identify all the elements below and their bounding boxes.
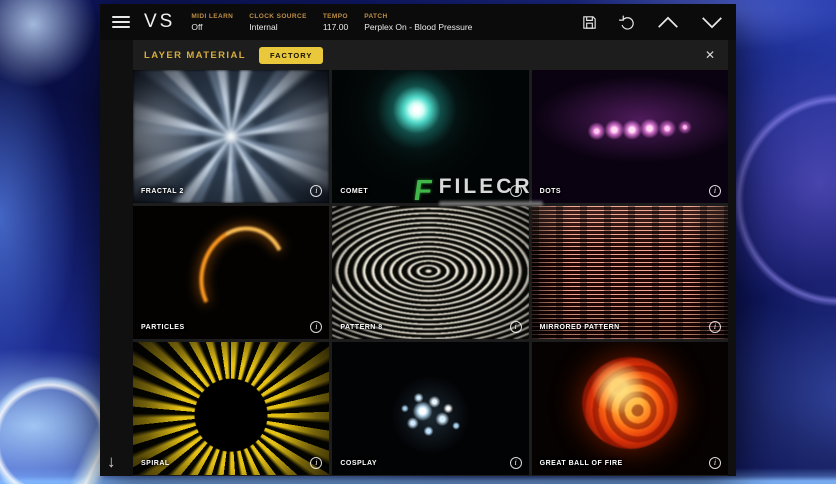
spiral-thumbnail	[133, 342, 329, 475]
close-icon[interactable]: ✕	[703, 46, 717, 64]
clock-source-field: CLOCK SOURCE Internal	[249, 13, 307, 32]
desktop-background: VS MIDI LEARN Off CLOCK SOURCE Internal …	[0, 0, 836, 484]
info-icon[interactable]: i	[709, 321, 721, 333]
app-body: ↓ LAYER MATERIAL FACTORY ✕ FRACTAL 2 i	[100, 40, 736, 476]
tile-label: FRACTAL 2	[141, 188, 184, 195]
tile-label: GREAT BALL OF FIRE	[540, 460, 623, 467]
material-grid: FRACTAL 2 i COMET i DOTS i	[133, 70, 728, 476]
chevron-up-icon[interactable]	[656, 16, 680, 29]
patch-field: PATCH Perplex On - Blood Pressure	[364, 13, 472, 32]
fractal-2-thumbnail	[133, 70, 329, 203]
topbar-fields: MIDI LEARN Off CLOCK SOURCE Internal TEM…	[191, 13, 472, 32]
particles-thumbnail	[133, 206, 329, 339]
mirrored-pattern-thumbnail	[532, 206, 728, 339]
material-tile-great-ball-of-fire[interactable]: GREAT BALL OF FIRE i	[532, 342, 728, 475]
info-icon[interactable]: i	[510, 321, 522, 333]
comet-thumbnail	[332, 70, 528, 203]
layer-material-panel: LAYER MATERIAL FACTORY ✕ FRACTAL 2 i COM…	[133, 40, 728, 476]
undo-icon[interactable]	[618, 13, 636, 31]
topbar-actions	[581, 13, 724, 31]
save-icon[interactable]	[581, 14, 598, 31]
great-ball-of-fire-thumbnail	[532, 342, 728, 475]
app-logo: VS	[144, 11, 175, 33]
material-tile-particles[interactable]: PARTICLES i	[133, 206, 329, 339]
material-tile-comet[interactable]: COMET i	[332, 70, 528, 203]
material-tile-spiral[interactable]: SPIRAL i	[133, 342, 329, 475]
tile-label: PARTICLES	[141, 324, 185, 331]
scroll-down-arrow-icon[interactable]: ↓	[107, 452, 116, 472]
material-tile-pattern-8[interactable]: PATTERN 8 i	[332, 206, 528, 339]
tile-label: COSPLAY	[340, 460, 377, 467]
tile-label: MIRRORED PATTERN	[540, 324, 620, 331]
material-tile-cosplay[interactable]: COSPLAY i	[332, 342, 528, 475]
patch-value[interactable]: Perplex On - Blood Pressure	[364, 22, 472, 32]
info-icon[interactable]: i	[709, 185, 721, 197]
tempo-value[interactable]: 117.00	[323, 22, 348, 32]
panel-header: LAYER MATERIAL FACTORY ✕	[133, 40, 728, 70]
info-icon[interactable]: i	[510, 185, 522, 197]
info-icon[interactable]: i	[510, 457, 522, 469]
dots-thumbnail	[532, 70, 728, 203]
tempo-field: TEMPO 117.00	[323, 13, 348, 32]
midi-learn-label: MIDI LEARN	[191, 13, 233, 20]
menu-icon[interactable]	[112, 16, 130, 28]
patch-label: PATCH	[364, 13, 472, 20]
panel-title: LAYER MATERIAL	[144, 50, 246, 61]
tile-label: SPIRAL	[141, 460, 170, 467]
cosplay-thumbnail	[332, 342, 528, 475]
pattern-8-thumbnail	[332, 206, 528, 339]
midi-learn-value[interactable]: Off	[191, 22, 233, 32]
top-bar: VS MIDI LEARN Off CLOCK SOURCE Internal …	[100, 4, 736, 40]
tempo-label: TEMPO	[323, 13, 348, 20]
clock-source-label: CLOCK SOURCE	[249, 13, 307, 20]
chevron-down-icon[interactable]	[700, 16, 724, 29]
midi-learn-field: MIDI LEARN Off	[191, 13, 233, 32]
tile-label: DOTS	[540, 188, 561, 195]
factory-badge[interactable]: FACTORY	[259, 47, 323, 64]
left-sidebar-strip: ↓	[100, 40, 133, 476]
material-tile-dots[interactable]: DOTS i	[532, 70, 728, 203]
vs-app-window: VS MIDI LEARN Off CLOCK SOURCE Internal …	[100, 4, 736, 476]
info-icon[interactable]: i	[709, 457, 721, 469]
tile-label: COMET	[340, 188, 368, 195]
material-tile-fractal-2[interactable]: FRACTAL 2 i	[133, 70, 329, 203]
clock-source-value[interactable]: Internal	[249, 22, 307, 32]
material-tile-mirrored-pattern[interactable]: MIRRORED PATTERN i	[532, 206, 728, 339]
tile-label: PATTERN 8	[340, 324, 382, 331]
